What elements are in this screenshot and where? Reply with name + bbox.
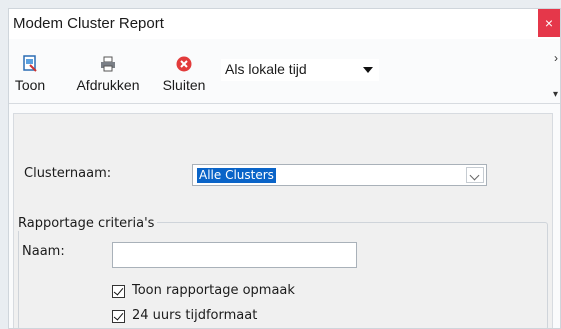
show-format-label: Toon rapportage opmaak [132,283,295,298]
sluiten-button[interactable]: Sluiten [151,55,217,93]
printer-icon [101,56,115,72]
close-window-button[interactable]: × [538,9,560,37]
close-circle-icon [176,56,192,72]
toolbar-separator [9,103,560,104]
criteria-group [18,222,548,328]
report-window: Modem Cluster Report × Toon Afdrukken Sl… [8,8,561,329]
toon-label: Toon [14,77,46,93]
toolbar-options-icon[interactable]: ▾ [553,89,558,100]
show-format-checkbox[interactable] [112,285,125,298]
window-title: Modem Cluster Report [13,15,164,32]
name-input[interactable] [112,242,357,268]
report-options-panel: Clusternaam: Alle Clusters Rapportage cr… [13,113,553,328]
afdrukken-label: Afdrukken [76,77,140,93]
criteria-legend: Rapportage criteria's [18,216,158,231]
timezone-select[interactable]: Als lokale tijd [221,59,379,81]
timezone-value: Als lokale tijd [225,61,307,77]
cluster-value: Alle Clusters [197,168,276,183]
name-label: Naam: [22,244,65,259]
cluster-select[interactable]: Alle Clusters [192,164,487,186]
cluster-label: Clusternaam: [24,166,112,181]
toolbar-overflow-icon[interactable]: › [554,51,558,65]
dropdown-arrow-icon [363,67,373,73]
title-bar: Modem Cluster Report × [9,9,560,39]
hour24-checkbox[interactable] [112,310,125,323]
report-icon [23,55,37,72]
chevron-down-icon[interactable] [466,167,484,183]
toolbar: Toon Afdrukken Sluiten Als lokale tijd ›… [9,39,560,101]
hour24-label: 24 uurs tijdformaat [132,308,258,323]
sluiten-label: Sluiten [162,77,206,93]
afdrukken-button[interactable]: Afdrukken [69,55,147,93]
toon-button[interactable]: Toon [11,55,49,93]
